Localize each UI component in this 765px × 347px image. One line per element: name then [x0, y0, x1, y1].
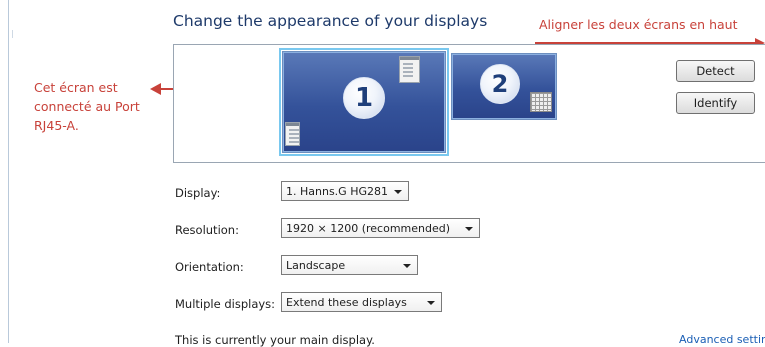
monitor-2[interactable]: 2	[451, 53, 557, 120]
page-title: Change the appearance of your displays	[173, 12, 488, 30]
display-label: Display:	[175, 186, 221, 200]
grid-icon	[530, 92, 552, 112]
display-select-value: 1. Hanns.G HG281	[286, 185, 388, 198]
multiple-displays-select[interactable]: Extend these displays	[281, 292, 442, 312]
annotation-top-note: Aligner les deux écrans en haut	[539, 17, 738, 32]
orientation-select-value: Landscape	[286, 259, 346, 272]
multiple-displays-select-value: Extend these displays	[286, 296, 407, 309]
window-icon	[399, 56, 420, 83]
advanced-settings-link[interactable]: Advanced settings	[679, 333, 765, 346]
chevron-down-icon	[394, 190, 402, 194]
resolution-select-value: 1920 × 1200 (recommended)	[286, 222, 451, 235]
orientation-select[interactable]: Landscape	[281, 255, 418, 275]
monitor-number-badge: 1	[343, 77, 385, 119]
display-select[interactable]: 1. Hanns.G HG281	[281, 181, 409, 201]
display-arrangement-panel: 1 2 Detect Identify	[173, 44, 765, 163]
resolution-label: Resolution:	[175, 223, 239, 237]
chevron-down-icon	[465, 227, 473, 231]
resolution-select[interactable]: 1920 × 1200 (recommended)	[281, 218, 480, 238]
window-icon	[285, 122, 300, 146]
window-left-border	[8, 0, 9, 343]
monitor-1[interactable]: 1	[279, 48, 449, 156]
chevron-down-icon	[427, 301, 435, 305]
chevron-down-icon	[403, 264, 411, 268]
window-border-mark	[12, 30, 13, 38]
detect-button[interactable]: Detect	[676, 60, 755, 82]
main-display-status: This is currently your main display.	[175, 333, 375, 347]
identify-button[interactable]: Identify	[676, 92, 755, 114]
multiple-displays-label: Multiple displays:	[175, 297, 276, 311]
orientation-label: Orientation:	[175, 260, 244, 274]
monitor-number-badge: 2	[480, 64, 520, 104]
